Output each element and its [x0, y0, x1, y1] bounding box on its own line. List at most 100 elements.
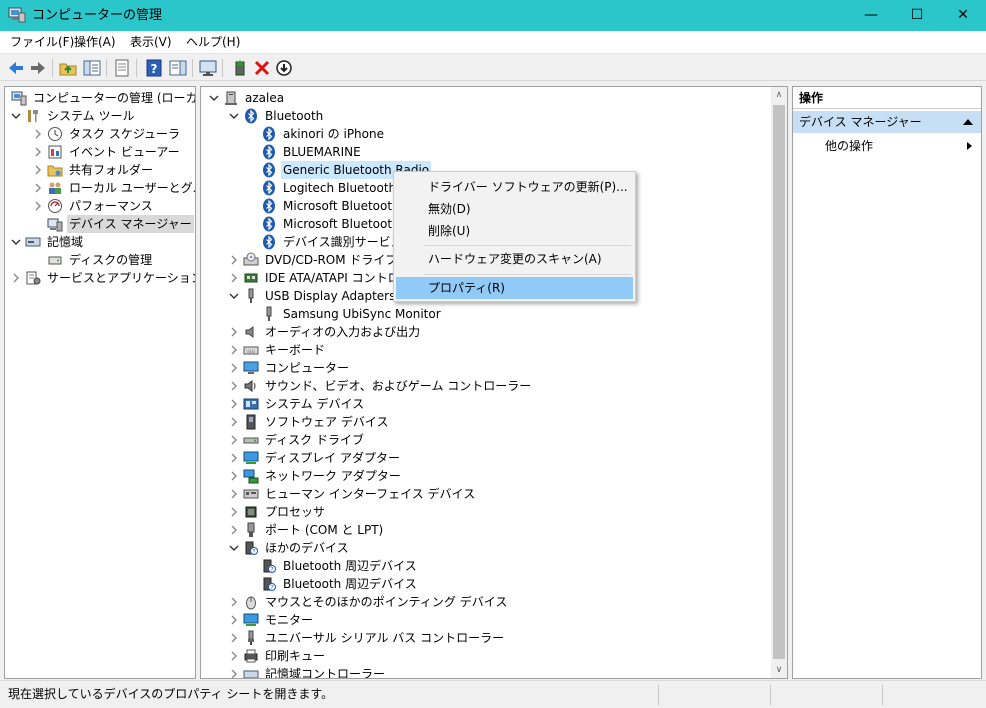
tree-label: タスク スケジューラ	[69, 127, 180, 141]
chevron-right-icon[interactable]	[229, 485, 241, 503]
action-pane-icon[interactable]	[168, 58, 188, 78]
chevron-right-icon[interactable]	[229, 503, 241, 521]
help-icon[interactable]: ?	[144, 58, 164, 78]
device-tree-label: 記憶域コントローラー	[265, 667, 386, 679]
device-tree-label: Samsung UbiSync Monitor	[283, 307, 441, 321]
device-tree-label: IDE ATA/ATAPI コントロー	[265, 271, 412, 285]
navigation-tree-pane[interactable]: コンピューターの管理 (ローカル) システム ツール タスク スケジューラ イベ…	[4, 86, 196, 679]
svg-text:?: ?	[270, 585, 273, 592]
network-icon	[243, 468, 259, 484]
context-menu: ドライバー ソフトウェアの更新(P)... 無効(D) 削除(U) ハードウェア…	[393, 171, 636, 302]
chevron-right-icon[interactable]	[229, 629, 241, 647]
chevron-right-icon[interactable]	[229, 395, 241, 413]
clock-icon	[47, 126, 63, 142]
chevron-right-icon[interactable]	[229, 359, 241, 377]
vertical-scrollbar[interactable]: ∧ ∨	[771, 87, 787, 678]
chevron-right-icon[interactable]	[229, 593, 241, 611]
chevron-right-icon[interactable]	[229, 413, 241, 431]
device-tree-label: システム デバイス	[265, 397, 365, 411]
menu-disable[interactable]: 無効(D)	[396, 198, 633, 220]
menu-uninstall[interactable]: 削除(U)	[396, 220, 633, 242]
services-icon	[25, 270, 41, 286]
update-driver-icon[interactable]	[230, 58, 250, 78]
storagectl-icon	[243, 666, 259, 678]
back-arrow-icon[interactable]	[6, 58, 26, 78]
menu-bar: ファイル(F) 操作(A) 表示(V) ヘルプ(H)	[0, 31, 986, 53]
device-tree-label: マウスとそのほかのポインティング デバイス	[265, 595, 508, 609]
chevron-right-icon[interactable]	[229, 647, 241, 665]
forward-arrow-icon[interactable]	[28, 58, 48, 78]
chevron-right-icon[interactable]	[33, 197, 45, 215]
menu-file[interactable]: ファイル(F)	[8, 34, 76, 50]
chevron-right-icon[interactable]	[229, 341, 241, 359]
close-button[interactable]: ✕	[940, 0, 986, 31]
usb-plug-icon	[261, 306, 277, 322]
device-tree-label: azalea	[245, 91, 285, 105]
disable-device-icon[interactable]	[274, 58, 294, 78]
tree-label: ディスクの管理	[69, 253, 153, 267]
chevron-down-icon[interactable]	[229, 539, 241, 557]
device-tree-label: デバイス識別サービス	[283, 235, 403, 249]
swdev-icon	[243, 414, 259, 430]
tree-label: サービスとアプリケーション	[47, 271, 196, 285]
chevron-right-icon[interactable]	[33, 161, 45, 179]
minimize-button[interactable]: —	[848, 0, 894, 31]
chevron-down-icon[interactable]	[229, 287, 241, 305]
chevron-down-icon[interactable]	[11, 233, 23, 251]
uninstall-x-icon[interactable]	[252, 58, 272, 78]
chevron-right-icon[interactable]	[33, 125, 45, 143]
chevron-down-icon[interactable]	[229, 107, 241, 125]
maximize-button[interactable]: ☐	[894, 0, 940, 31]
chevron-down-icon[interactable]	[209, 89, 221, 107]
scroll-thumb[interactable]	[773, 105, 785, 659]
chevron-right-icon[interactable]	[229, 467, 241, 485]
menu-view[interactable]: 表示(V)	[128, 34, 174, 50]
toolbar-separator	[136, 59, 137, 77]
chevron-right-icon[interactable]	[229, 665, 241, 678]
tree-label: システム ツール	[47, 109, 135, 123]
chevron-right-icon[interactable]	[11, 269, 23, 287]
chevron-right-icon[interactable]	[229, 611, 241, 629]
status-text: 現在選択しているデバイスのプロパティ シートを開きます。	[8, 687, 334, 701]
up-folder-icon[interactable]	[58, 58, 78, 78]
event-viewer-icon	[47, 144, 63, 160]
other-device-icon: ?	[243, 540, 259, 556]
menu-scan-hardware[interactable]: ハードウェア変更のスキャン(A)	[396, 248, 633, 270]
actions-section-device-manager[interactable]: デバイス マネージャー	[793, 111, 981, 133]
chevron-right-icon[interactable]	[33, 143, 45, 161]
svg-text:?: ?	[151, 62, 158, 76]
chevron-down-icon[interactable]	[11, 107, 23, 125]
show-hide-tree-icon[interactable]	[82, 58, 102, 78]
tools-icon	[25, 108, 41, 124]
other-actions-item[interactable]: 他の操作	[825, 137, 873, 155]
toolbar-separator	[52, 59, 53, 77]
toolbar-separator	[222, 59, 223, 77]
actions-pane: 操作 デバイス マネージャー 他の操作	[792, 86, 982, 679]
computer-monitor-icon[interactable]	[198, 58, 218, 78]
chevron-right-icon[interactable]	[33, 179, 45, 197]
sysdev-icon	[243, 396, 259, 412]
window-title: コンピューターの管理	[32, 8, 163, 23]
mouse-icon	[243, 594, 259, 610]
menu-properties[interactable]: プロパティ(R)	[396, 277, 633, 299]
chevron-right-icon[interactable]	[229, 323, 241, 341]
collapse-triangle-icon[interactable]	[963, 119, 973, 125]
menu-action[interactable]: 操作(A)	[72, 34, 118, 50]
device-tree-label: コンピューター	[265, 361, 350, 375]
usb-display-icon	[243, 288, 259, 304]
scroll-down-icon[interactable]: ∨	[771, 662, 787, 678]
chevron-right-icon[interactable]	[229, 449, 241, 467]
chevron-right-icon[interactable]	[229, 521, 241, 539]
scroll-up-icon[interactable]: ∧	[771, 87, 787, 103]
chevron-right-icon[interactable]	[229, 269, 241, 287]
chevron-right-icon[interactable]	[229, 431, 241, 449]
menu-update-driver[interactable]: ドライバー ソフトウェアの更新(P)...	[396, 176, 633, 198]
device-tree-label: プロセッサ	[265, 505, 326, 519]
chevron-right-icon[interactable]	[229, 251, 241, 269]
tree-label: イベント ビューアー	[69, 145, 180, 159]
tree-label: コンピューターの管理 (ローカル)	[33, 91, 195, 105]
properties-icon[interactable]	[112, 58, 132, 78]
menu-help[interactable]: ヘルプ(H)	[184, 34, 242, 50]
actions-section-label: デバイス マネージャー	[799, 115, 922, 129]
chevron-right-icon[interactable]	[229, 377, 241, 395]
